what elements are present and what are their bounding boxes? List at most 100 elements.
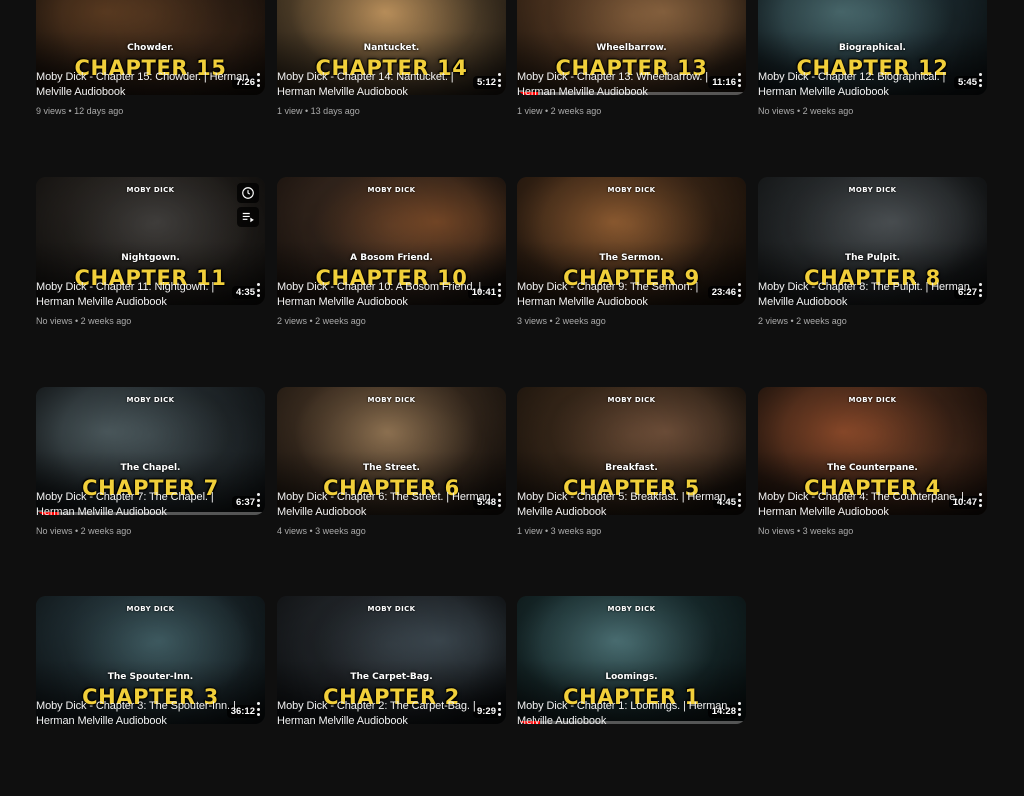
thumbnail-subtitle: The Carpet-Bag. [350, 672, 433, 682]
view-count: 9 views [36, 106, 67, 116]
metadata-separator: • [72, 526, 81, 536]
dot-icon [737, 713, 741, 716]
video-title-link[interactable]: Moby Dick - Chapter 2: The Carpet-Bag. |… [277, 699, 491, 729]
thumbnail-subtitle: Chowder. [127, 43, 174, 53]
dot-icon [256, 707, 260, 711]
dot-icon [978, 498, 982, 502]
video-title-link[interactable]: Moby Dick - Chapter 7: The Chapel. | Her… [36, 490, 250, 520]
thumbnail-series-label: MOBY DICK [848, 186, 897, 194]
video-grid: MOBY DICKChowder.CHAPTER 157:26Moby Dick… [0, 0, 1024, 768]
more-actions-button[interactable] [495, 282, 503, 298]
video-title-link[interactable]: Moby Dick - Chapter 14: Nantucket. | Her… [277, 70, 491, 100]
video-title-link[interactable]: Moby Dick - Chapter 5: Breakfast. | Herm… [517, 490, 731, 520]
view-count: No views [36, 526, 73, 536]
video-card: MOBY DICKBiographical.CHAPTER 125:45Moby… [758, 0, 987, 167]
dot-icon [737, 702, 741, 705]
dot-icon [256, 84, 260, 87]
metadata-separator: • [788, 316, 797, 326]
video-metadata: No views • 2 weeks ago [36, 526, 131, 536]
watch-later-button[interactable] [237, 183, 259, 203]
more-actions-button[interactable] [254, 492, 262, 508]
metadata-separator: • [794, 526, 803, 536]
video-title-link[interactable]: Moby Dick - Chapter 12: Biographical. | … [758, 70, 972, 100]
thumbnail-series-label: MOBY DICK [126, 605, 175, 613]
more-actions-button[interactable] [735, 492, 743, 508]
publish-date: 2 weeks ago [550, 106, 602, 116]
video-card: MOBY DICK The Pulpit. CHAPTER 8 6:27 Moby Di… [758, 177, 987, 377]
video-title-link[interactable]: Moby Dick - Chapter 13: Wheelbarrow. | H… [517, 70, 731, 100]
view-count: 1 view [517, 526, 543, 536]
dot-icon [978, 78, 982, 82]
more-actions-button[interactable] [976, 72, 984, 88]
video-title-link[interactable]: Moby Dick - Chapter 10: A Bosom Friend. … [277, 280, 491, 310]
thumbnail-subtitle: The Street. [363, 463, 420, 473]
more-actions-button[interactable] [976, 492, 984, 508]
thumbnail-subtitle: Wheelbarrow. [596, 43, 667, 53]
publish-date: 2 weeks ago [80, 526, 132, 536]
more-actions-button[interactable] [495, 492, 503, 508]
video-title-link[interactable]: Moby Dick - Chapter 4: The Counterpane. … [758, 490, 972, 520]
dot-icon [256, 702, 260, 705]
thumbnail-subtitle: Breakfast. [605, 463, 658, 473]
dot-icon [256, 504, 260, 507]
metadata-separator: • [307, 316, 316, 326]
dot-icon [737, 707, 741, 711]
metadata-separator: • [547, 316, 556, 326]
metadata-separator: • [542, 526, 551, 536]
dot-icon [497, 498, 501, 502]
thumbnail-series-label: MOBY DICK [607, 605, 656, 613]
video-title-link[interactable]: Moby Dick - Chapter 9: The Sermon. | Her… [517, 280, 731, 310]
more-actions-button[interactable] [254, 72, 262, 88]
dot-icon [497, 702, 501, 705]
video-card: MOBY DICKWheelbarrow.CHAPTER 1311:16Moby… [517, 0, 746, 167]
dot-icon [256, 283, 260, 286]
add-to-queue-icon [242, 212, 254, 223]
dot-icon [978, 288, 982, 292]
more-actions-button[interactable] [495, 72, 503, 88]
publish-date: 12 days ago [74, 106, 124, 116]
add-to-queue-button[interactable] [237, 207, 259, 227]
video-title-link[interactable]: Moby Dick - Chapter 1: Loomings. | Herma… [517, 699, 731, 729]
dot-icon [737, 78, 741, 82]
more-actions-button[interactable] [254, 282, 262, 298]
video-card: MOBY DICK The Carpet-Bag. CHAPTER 2 9:29 Mob… [277, 596, 506, 796]
view-count: 2 views [758, 316, 789, 326]
thumbnail-series-label: MOBY DICK [607, 186, 656, 194]
publish-date: 2 weeks ago [555, 316, 606, 326]
video-card: MOBY DICKNantucket.CHAPTER 145:12Moby Di… [277, 0, 506, 167]
video-title-link[interactable]: Moby Dick - Chapter 11: Nightgown. | Her… [36, 280, 250, 310]
dot-icon [737, 498, 741, 502]
dot-icon [256, 713, 260, 716]
more-actions-button[interactable] [495, 701, 503, 717]
view-count: 2 views [277, 316, 308, 326]
video-title-link[interactable]: Moby Dick - Chapter 6: The Street. | Her… [277, 490, 491, 520]
metadata-separator: • [307, 526, 316, 536]
video-metadata: No views • 2 weeks ago [758, 106, 853, 116]
more-actions-button[interactable] [735, 72, 743, 88]
more-actions-button[interactable] [976, 282, 984, 298]
dot-icon [497, 288, 501, 292]
dot-icon [978, 493, 982, 496]
metadata-separator: • [66, 106, 75, 116]
video-card: MOBY DICK Breakfast. CHAPTER 5 4:45 Moby Dic… [517, 387, 746, 587]
view-count: 3 views [517, 316, 548, 326]
publish-date: 3 weeks ago [802, 526, 854, 536]
video-metadata: 1 view • 2 weeks ago [517, 106, 601, 116]
view-count: 1 view [517, 106, 543, 116]
publish-date: 3 weeks ago [315, 526, 366, 536]
video-title-link[interactable]: Moby Dick - Chapter 15: Chowder. | Herma… [36, 70, 250, 100]
thumbnail-series-label: MOBY DICK [367, 605, 416, 613]
dot-icon [497, 294, 501, 297]
video-metadata: No views • 2 weeks ago [36, 316, 131, 326]
publish-date: 2 weeks ago [802, 106, 854, 116]
video-title-link[interactable]: Moby Dick - Chapter 8: The Pulpit. | Her… [758, 280, 972, 310]
thumbnail-series-label: MOBY DICK [126, 396, 175, 404]
dot-icon [737, 493, 741, 496]
publish-date: 2 weeks ago [315, 316, 366, 326]
video-title-link[interactable]: Moby Dick - Chapter 3: The Spouter-Inn. … [36, 699, 250, 729]
more-actions-button[interactable] [254, 701, 262, 717]
more-actions-button[interactable] [735, 701, 743, 717]
more-actions-button[interactable] [735, 282, 743, 298]
dot-icon [737, 288, 741, 292]
dot-icon [497, 493, 501, 496]
